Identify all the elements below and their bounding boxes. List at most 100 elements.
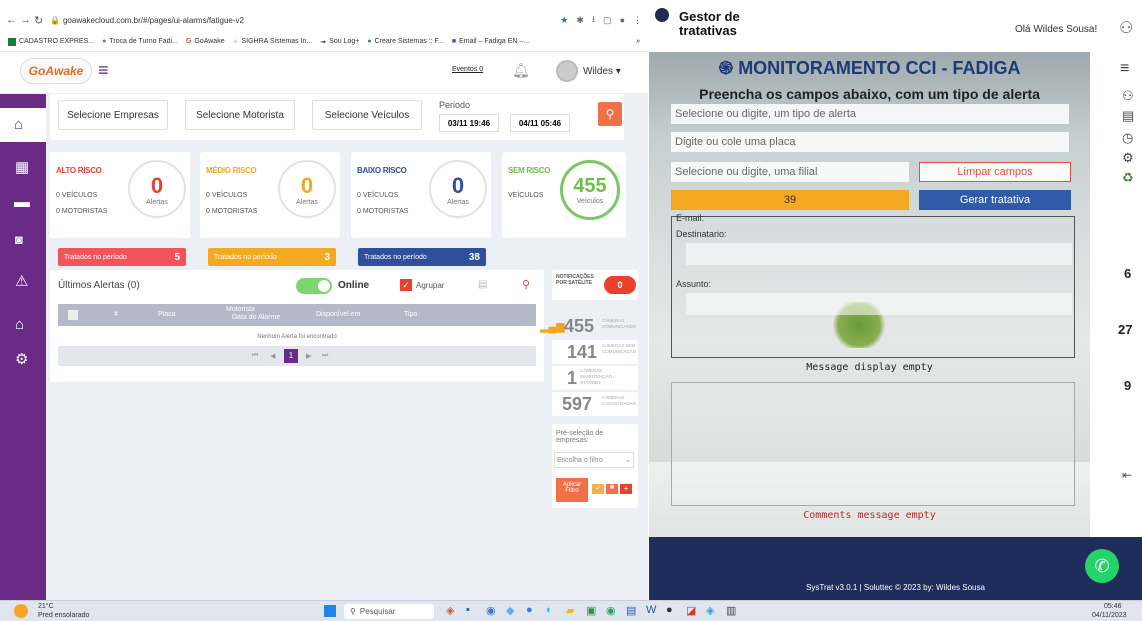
- menu-kebab-icon[interactable]: ⋮: [633, 15, 642, 26]
- apply-filter-button[interactable]: Aplicar Filtro: [556, 478, 588, 502]
- bookmark-item[interactable]: CADASTRO EXPRES...: [19, 38, 94, 45]
- recycle-icon[interactable]: ♻: [1122, 170, 1134, 186]
- bookmark-item[interactable]: Troca de Turno Fadi...: [109, 38, 178, 45]
- dest-input[interactable]: [686, 243, 1072, 265]
- clock-date[interactable]: 04/11/2023: [1092, 612, 1127, 619]
- preselect-select[interactable]: Escolha o filtro ⌄: [554, 452, 634, 468]
- taskbar-search[interactable]: ⚲ Pesquisar: [344, 604, 434, 619]
- app-icon[interactable]: ◈: [446, 604, 454, 617]
- app-icon[interactable]: ◆: [506, 604, 514, 617]
- bookmark-item[interactable]: Creare Sistemas :: F...: [375, 38, 444, 45]
- plate-input[interactable]: Digite ou cole uma placa: [671, 132, 1069, 152]
- user-menu[interactable]: Wildes ▾: [583, 66, 621, 77]
- folder-icon[interactable]: ▬: [14, 194, 30, 212]
- bookmark-item[interactable]: Sou Log+: [329, 38, 359, 45]
- app-icon[interactable]: ▤: [626, 604, 636, 617]
- risk-card-sem[interactable]: SEM RISCO VEÍCULOS 455 Veículos: [502, 152, 626, 238]
- app-icon[interactable]: ▣: [586, 604, 596, 617]
- app-icon[interactable]: ◈: [706, 604, 714, 617]
- generate-button[interactable]: Gerar tratativa: [919, 190, 1071, 210]
- page-number[interactable]: 1: [284, 349, 298, 363]
- back-icon[interactable]: ←: [6, 14, 20, 26]
- reload-icon[interactable]: ↻: [34, 14, 50, 27]
- bookmarks-more[interactable]: »: [636, 38, 640, 45]
- last-page-icon[interactable]: ⏭: [322, 352, 328, 360]
- clock-icon[interactable]: ◷: [1122, 130, 1133, 146]
- bookmark-item[interactable]: GoAwake: [194, 38, 224, 45]
- notif-badge[interactable]: 0: [604, 276, 636, 294]
- clock-time[interactable]: 05:46: [1104, 603, 1122, 610]
- app-icon[interactable]: ◪: [686, 604, 696, 617]
- person-icon[interactable]: ⚇: [1122, 88, 1134, 104]
- app-icon[interactable]: W: [646, 604, 656, 616]
- user-icon[interactable]: ⚇: [1119, 18, 1133, 38]
- report-icon[interactable]: ▤: [1122, 108, 1134, 124]
- risk-card-baixo[interactable]: BAIXO RISCO 0 VEÍCULOS 0 MOTORISTAS 0 Al…: [351, 152, 491, 238]
- clear-button[interactable]: Limpar campos: [919, 162, 1071, 182]
- windows-start-icon[interactable]: [324, 605, 336, 617]
- col-header[interactable]: Tipo: [404, 311, 417, 318]
- subject-input[interactable]: [686, 293, 1072, 315]
- app-icon[interactable]: ▥: [726, 604, 736, 617]
- app-icon[interactable]: ◉: [606, 604, 616, 617]
- risk-vehicles: 0 VEÍCULOS: [56, 192, 98, 199]
- hamburger-icon[interactable]: ≡: [98, 60, 109, 81]
- online-toggle[interactable]: [296, 278, 332, 294]
- download-icon[interactable]: ⭳: [592, 12, 595, 28]
- bookmark-favicon-icon: ✧: [232, 38, 239, 46]
- select-all-checkbox[interactable]: [68, 310, 78, 320]
- eventos-link[interactable]: Eventos 0: [452, 66, 483, 73]
- end-date-input[interactable]: 04/11 05:46: [510, 114, 570, 132]
- grid-icon[interactable]: ▦: [15, 158, 29, 176]
- search-icon[interactable]: ⚲: [522, 278, 530, 291]
- trash-icon[interactable]: ■: [606, 484, 618, 494]
- first-page-icon[interactable]: ⏮: [252, 352, 258, 360]
- whatsapp-button[interactable]: ✆: [1085, 549, 1119, 583]
- bookmark-item[interactable]: Email – Fadiga EN –...: [459, 38, 636, 45]
- app-icon[interactable]: ▪: [466, 604, 470, 616]
- col-header[interactable]: Disponível em: [316, 311, 360, 318]
- forward-icon[interactable]: →: [20, 14, 34, 26]
- profile-icon[interactable]: ●: [620, 15, 625, 25]
- gear-icon[interactable]: ⚙: [1122, 150, 1134, 166]
- risk-card-alto[interactable]: ALTO RISCO 0 VEÍCULOS 0 MOTORISTAS 0 Ale…: [50, 152, 190, 238]
- window-icon[interactable]: ▢: [603, 15, 612, 26]
- search-button[interactable]: ⚲: [598, 102, 622, 126]
- app-icon[interactable]: ◐: [546, 604, 553, 616]
- camera-icon[interactable]: ◙: [15, 232, 23, 247]
- app-icon[interactable]: ▰: [566, 604, 574, 617]
- col-header[interactable]: Motorista: [226, 306, 255, 313]
- extensions-icon[interactable]: ✱: [576, 15, 584, 26]
- star-icon[interactable]: ★: [560, 15, 568, 26]
- alert-person-icon[interactable]: ⚠: [15, 272, 28, 290]
- col-header[interactable]: Placa: [158, 311, 176, 318]
- bank-icon[interactable]: ⌂: [15, 316, 24, 333]
- app-icon[interactable]: ●: [666, 604, 673, 616]
- agrupar-checkbox[interactable]: ✓: [400, 279, 412, 291]
- logout-icon[interactable]: ⇤: [1122, 468, 1132, 482]
- motorista-select[interactable]: Selecione Motorista: [185, 100, 295, 130]
- sidebar-item-home[interactable]: ⌂: [0, 108, 46, 142]
- alert-type-input[interactable]: Selecione ou digite, um tipo de alerta: [671, 104, 1069, 124]
- columns-icon[interactable]: ▤: [478, 279, 487, 290]
- menu-icon[interactable]: ≡: [1120, 60, 1129, 78]
- empresa-select[interactable]: Selecione Empresas: [58, 100, 168, 130]
- settings-icon[interactable]: ⚙: [15, 350, 28, 368]
- avatar[interactable]: [556, 60, 578, 82]
- check-icon[interactable]: ✓: [592, 484, 604, 494]
- app-icon[interactable]: ●: [526, 604, 533, 616]
- next-page-icon[interactable]: ▶: [306, 352, 311, 360]
- risk-card-medio[interactable]: MÉDIO RISCO 0 VEÍCULOS 0 MOTORISTAS 0 Al…: [200, 152, 340, 238]
- bell-icon[interactable]: 🔔︎: [512, 62, 530, 79]
- start-date-input[interactable]: 03/11 19:46: [439, 114, 499, 132]
- prev-page-icon[interactable]: ◀: [270, 352, 275, 360]
- filial-input[interactable]: Selecione ou digite, uma filial: [671, 162, 909, 182]
- add-icon[interactable]: +: [620, 484, 632, 494]
- veiculo-select[interactable]: Selecione Veículos: [312, 100, 422, 130]
- url-input[interactable]: goawakecloud.com.br/#/pages/ui-alarms/fa…: [63, 16, 560, 25]
- app-icon[interactable]: ◉: [486, 604, 496, 617]
- bookmark-item[interactable]: SIGHRA Sistemas In...: [241, 38, 312, 45]
- col-header[interactable]: #: [114, 311, 118, 318]
- col-header[interactable]: Data do Alarme: [232, 314, 280, 321]
- comments-box[interactable]: [671, 382, 1075, 506]
